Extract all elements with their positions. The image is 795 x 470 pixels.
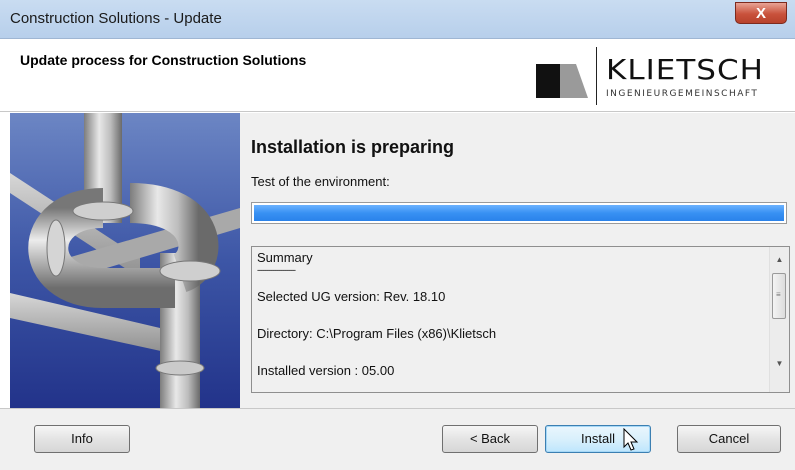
scroll-grip-icon: ≡	[776, 290, 781, 299]
update-window: Construction Solutions - Update X Update…	[0, 0, 795, 470]
summary-line: Directory: C:\Program Files (x86)\Kliets…	[257, 326, 497, 341]
logo-subtitle: INGENIEURGEMEINSCHAFT	[606, 89, 759, 99]
info-button[interactable]: Info	[34, 425, 130, 453]
scroll-up-icon[interactable]: ▲	[770, 251, 789, 268]
cancel-button[interactable]: Cancel	[677, 425, 781, 453]
close-icon: X	[755, 5, 766, 22]
vertical-scrollbar[interactable]: ▲ ≡ ▼	[769, 247, 789, 392]
title-bar: Construction Solutions - Update X	[0, 0, 795, 39]
button-bar: Info < Back Install Cancel	[0, 408, 795, 470]
logo-divider	[596, 47, 597, 105]
logo-name: KLIETSCH	[606, 54, 764, 87]
summary-line: Selected UG version: Rev. 18.10	[257, 289, 446, 304]
summary-box[interactable]: Summary ------------------- Selected UG …	[251, 246, 790, 393]
pipe-illustration	[10, 113, 240, 408]
mouse-cursor-icon	[623, 428, 639, 451]
window-title: Construction Solutions - Update	[10, 10, 222, 27]
back-button[interactable]: < Back	[442, 425, 538, 453]
status-text: Test of the environment:	[251, 174, 390, 189]
progress-bar	[251, 202, 787, 224]
content-panel: Installation is preparing Test of the en…	[240, 113, 795, 408]
page-heading: Installation is preparing	[251, 137, 455, 157]
header-title: Update process for Construction Solution…	[20, 52, 307, 68]
summary-line: Summary	[257, 250, 313, 265]
summary-line: Installed version : 05.00	[257, 363, 395, 378]
progress-fill	[254, 205, 784, 221]
scroll-down-icon[interactable]: ▼	[770, 355, 789, 372]
summary-line: -------------------	[257, 265, 296, 275]
close-button[interactable]: X	[735, 2, 787, 24]
scroll-thumb[interactable]: ≡	[772, 273, 786, 319]
logo-icon	[536, 64, 588, 98]
